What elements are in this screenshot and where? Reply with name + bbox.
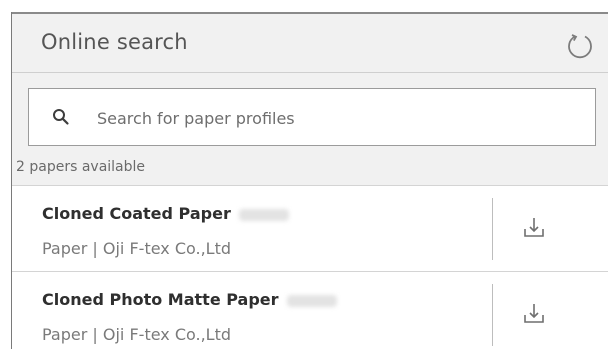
redacted-text bbox=[286, 294, 337, 307]
download-icon[interactable] bbox=[522, 216, 546, 240]
paper-name: Cloned Photo Matte Paper bbox=[42, 290, 279, 309]
search-field[interactable] bbox=[28, 88, 596, 146]
paper-title: Cloned Coated Paper bbox=[42, 204, 289, 223]
detail-separator: | bbox=[92, 325, 98, 344]
screen: Online search 2 papers available Cloned … bbox=[0, 0, 608, 349]
panel-header: Online search bbox=[12, 14, 608, 73]
page-title: Online search bbox=[41, 30, 188, 54]
list-item[interactable]: Cloned Coated Paper Paper | Oji F-tex Co… bbox=[12, 185, 608, 271]
paper-type: Paper bbox=[42, 325, 88, 344]
paper-title: Cloned Photo Matte Paper bbox=[42, 290, 337, 309]
paper-vendor: Oji F-tex Co.,Ltd bbox=[102, 239, 232, 258]
online-search-panel: Online search 2 papers available Cloned … bbox=[12, 12, 608, 349]
paper-type: Paper bbox=[42, 239, 88, 258]
paper-name: Cloned Coated Paper bbox=[42, 204, 231, 223]
item-divider bbox=[492, 198, 493, 260]
paper-list: Cloned Coated Paper Paper | Oji F-tex Co… bbox=[12, 185, 608, 349]
paper-vendor: Oji F-tex Co.,Ltd bbox=[102, 325, 232, 344]
left-margin bbox=[0, 0, 9, 349]
list-item[interactable]: Cloned Photo Matte Paper Paper | Oji F-t… bbox=[12, 271, 608, 349]
refresh-icon[interactable] bbox=[566, 31, 594, 59]
detail-separator: | bbox=[92, 239, 98, 258]
results-count: 2 papers available bbox=[16, 159, 146, 175]
paper-details: Paper | Oji F-tex Co.,Ltd bbox=[42, 239, 231, 258]
download-icon[interactable] bbox=[522, 302, 546, 326]
paper-details: Paper | Oji F-tex Co.,Ltd bbox=[42, 325, 231, 344]
search-input[interactable] bbox=[95, 101, 569, 135]
item-divider bbox=[492, 284, 493, 346]
redacted-text bbox=[238, 208, 289, 221]
search-icon bbox=[53, 109, 69, 125]
